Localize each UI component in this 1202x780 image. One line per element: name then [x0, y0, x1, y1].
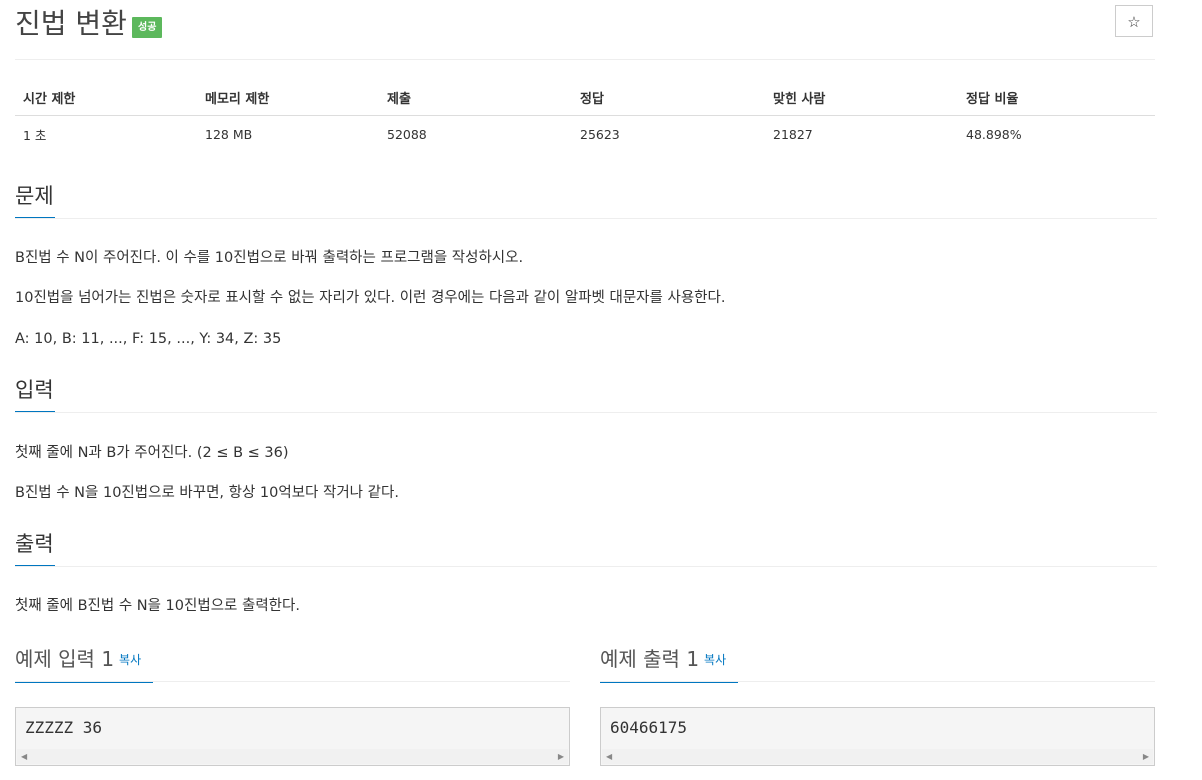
output-heading-text: 출력 — [15, 532, 54, 556]
scroll-right-icon[interactable]: ▶ — [558, 751, 564, 762]
input-heading: 입력 — [15, 376, 55, 413]
input-paragraph: B진법 수 N을 10진법으로 바꾸면, 항상 10억보다 작거나 같다. — [15, 485, 399, 501]
description-paragraph: 10진법을 넘어가는 진법은 숫자로 표시할 수 없는 자리가 있다. 이런 경… — [15, 290, 726, 306]
header-submissions: 제출 — [379, 84, 572, 116]
star-icon: ☆ — [1127, 14, 1141, 31]
copy-sample-output-link[interactable]: 복사 — [704, 653, 726, 667]
title-divider — [15, 59, 1155, 60]
section-divider — [15, 412, 1157, 413]
sample-input-box: ZZZZZ 36 ◀ ▶ — [15, 707, 570, 766]
sample-output-text: 60466175 — [610, 718, 688, 737]
sample-output-scrollbar[interactable]: ◀ ▶ — [602, 749, 1153, 764]
solved-users-value: 21827 — [773, 127, 813, 142]
page-title: 진법 변환 — [15, 7, 127, 40]
scroll-right-icon[interactable]: ▶ — [1143, 751, 1149, 762]
header-solved-users: 맞힌 사람 — [765, 84, 958, 116]
section-divider — [15, 218, 1157, 219]
sample-input-scrollbar[interactable]: ◀ ▶ — [17, 749, 568, 764]
sample-input-divider — [15, 681, 570, 682]
table-row: 1 초 128 MB 52088 25623 21827 48.898% — [15, 116, 1155, 154]
section-divider — [15, 566, 1157, 567]
accepted-value: 25623 — [580, 127, 620, 142]
accept-ratio-value: 48.898% — [966, 127, 1022, 142]
sample-input-heading: 예제 입력 1 복사 — [15, 645, 141, 674]
header-accepted: 정답 — [572, 84, 765, 116]
description-heading-text: 문제 — [15, 184, 54, 208]
scroll-left-icon[interactable]: ◀ — [606, 751, 612, 762]
header-memory-limit: 메모리 제한 — [197, 84, 379, 116]
sample-input-text: ZZZZZ 36 — [25, 718, 103, 737]
submissions-value: 52088 — [387, 127, 427, 142]
input-heading-text: 입력 — [15, 378, 54, 402]
description-paragraph: A: 10, B: 11, ..., F: 15, ..., Y: 34, Z:… — [15, 331, 282, 347]
input-paragraph: 첫째 줄에 N과 B가 주어진다. (2 ≤ B ≤ 36) — [15, 445, 289, 461]
time-limit-value: 1 초 — [23, 128, 47, 143]
copy-sample-input-link[interactable]: 복사 — [119, 653, 141, 667]
problem-info-table: 시간 제한 메모리 제한 제출 정답 맞힌 사람 정답 비율 1 초 128 M… — [15, 84, 1155, 153]
sample-output-box: 60466175 ◀ ▶ — [600, 707, 1155, 766]
sample-output-divider — [600, 681, 1155, 682]
table-header-row: 시간 제한 메모리 제한 제출 정답 맞힌 사람 정답 비율 — [15, 84, 1155, 116]
output-paragraph: 첫째 줄에 B진법 수 N을 10진법으로 출력한다. — [15, 598, 300, 614]
sample-output-heading-text: 예제 출력 1 — [600, 647, 700, 671]
sample-input-heading-text: 예제 입력 1 — [15, 647, 115, 671]
memory-limit-value: 128 MB — [205, 127, 253, 142]
output-heading: 출력 — [15, 530, 55, 567]
star-button[interactable]: ☆ — [1115, 5, 1153, 37]
description-paragraph: B진법 수 N이 주어진다. 이 수를 10진법으로 바꿔 출력하는 프로그램을… — [15, 250, 524, 266]
title-row: 진법 변환 성공 — [15, 6, 1155, 46]
scroll-left-icon[interactable]: ◀ — [21, 751, 27, 762]
header-time-limit: 시간 제한 — [15, 84, 197, 116]
problem-page: 진법 변환 성공 ☆ 시간 제한 메모리 제한 제출 정답 맞힌 사람 정답 비… — [0, 0, 1202, 780]
header-accept-ratio: 정답 비율 — [958, 84, 1155, 116]
sample-output-heading: 예제 출력 1 복사 — [600, 645, 726, 674]
status-badge: 성공 — [132, 17, 163, 38]
description-heading: 문제 — [15, 182, 55, 219]
